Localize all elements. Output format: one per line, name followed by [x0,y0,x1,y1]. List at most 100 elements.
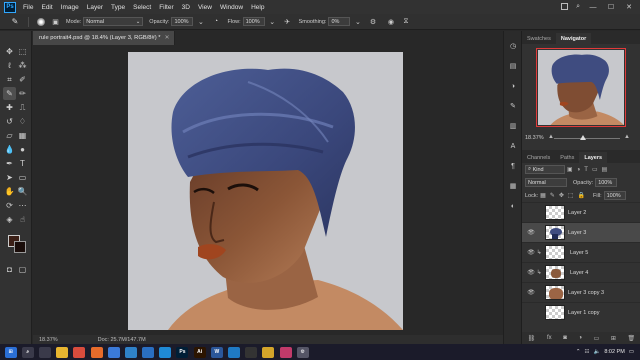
chevron-down-icon[interactable]: ⌄ [196,17,205,26]
layer-thumbnail[interactable] [545,245,565,260]
layer-row[interactable]: 👁 Layer 3 [522,222,640,242]
marquee-tool-icon[interactable]: ⬚ [16,45,29,58]
chevron-up-icon[interactable]: ⌃ [576,349,581,355]
shape-tool-icon[interactable]: ▭ [16,171,29,184]
edit-toolbar-icon[interactable]: ⋯ [16,199,29,212]
healing-tool-icon[interactable]: ✚ [3,101,16,114]
eye-icon[interactable]: 👁 [526,289,536,296]
libraries-icon[interactable]: ▥ [508,121,518,131]
adjustments-icon[interactable]: ◑ [508,81,518,91]
music-taskbar-icon[interactable] [279,346,292,358]
smudge-tool-icon[interactable]: ☝ [16,213,29,226]
chrome-taskbar-icon[interactable] [73,346,86,358]
lock-pixels-icon[interactable]: ✎ [550,192,555,199]
background-color-swatch[interactable] [14,241,26,253]
lock-all-icon[interactable]: 🔒 [578,192,585,199]
character-icon[interactable]: A [508,141,518,151]
illustrator-taskbar-icon[interactable]: Ai [193,346,206,358]
layer-name[interactable]: Layer 1 copy [568,310,600,316]
pressure-opacity-icon[interactable]: ◔ [211,17,220,26]
explorer-taskbar-icon[interactable] [56,346,69,358]
rotate-view-tool-icon[interactable]: ⟳ [3,199,16,212]
layer-thumbnail[interactable] [545,265,565,280]
settings-taskbar-icon[interactable]: ⚙ [296,346,309,358]
group-icon[interactable]: ▭ [594,335,600,342]
layer-thumbnail[interactable] [545,285,565,300]
photos-taskbar-icon[interactable] [124,346,137,358]
chevron-down-icon[interactable]: ⌄ [353,17,362,26]
menu-item-image[interactable]: Image [57,4,83,11]
path-select-tool-icon[interactable]: ➤ [3,171,16,184]
chevron-down-icon[interactable]: ⌄ [268,17,277,26]
filter-shape-icon[interactable]: ▭ [592,166,598,173]
brush-tool-icon[interactable]: ✎ [3,87,16,100]
menu-item-layer[interactable]: Layer [83,4,107,11]
tab-swatches[interactable]: Swatches [522,33,556,44]
airbrush-icon[interactable]: ✈ [283,17,292,26]
blur-tool-icon[interactable]: 💧 [3,143,16,156]
navigator-zoom-slider[interactable] [554,138,620,139]
dodge-tool-icon[interactable]: ● [16,143,29,156]
layer-name[interactable]: Layer 3 copy 3 [568,290,604,296]
blend-mode-select[interactable]: Normal [525,178,567,187]
layer-name[interactable]: Layer 2 [568,210,586,216]
smoothing-field[interactable]: 0% [328,17,351,26]
navigator-view-frame[interactable] [536,48,626,127]
brush-settings-icon[interactable]: ✎ [508,101,518,111]
layer-filter-select[interactable]: ⌕ Kind [525,165,565,174]
layer-row[interactable]: Layer 2 [522,202,640,222]
layer-row[interactable]: 👁 ↳ Layer 4 [522,262,640,282]
layer-name[interactable]: Layer 5 [570,250,588,256]
files-taskbar-icon[interactable] [262,346,275,358]
search-taskbar-icon[interactable]: ⌕ [21,346,34,358]
search-icon[interactable]: ⌕ [576,3,580,11]
filter-pixel-icon[interactable]: ▣ [567,166,573,173]
gradient-tool-icon[interactable]: ▦ [16,129,29,142]
history-icon[interactable]: ◷ [508,41,518,51]
filter-smart-icon[interactable]: ▤ [602,166,608,173]
eraser-tool-icon[interactable]: ▱ [3,129,16,142]
properties-icon[interactable]: ▤ [508,61,518,71]
eye-icon[interactable]: 👁 [526,269,536,276]
word-taskbar-icon[interactable]: W [210,346,223,358]
quick-select-tool-icon[interactable]: ⁂ [16,59,29,72]
menu-item-file[interactable]: File [19,4,37,11]
menu-item-filter[interactable]: Filter [155,4,177,11]
tab-layers[interactable]: Layers [579,152,608,163]
filter-adjust-icon[interactable]: ◑ [577,167,581,173]
menu-item-type[interactable]: Type [107,4,129,11]
firefox-taskbar-icon[interactable] [90,346,103,358]
tab-navigator[interactable]: Navigator [555,33,592,44]
opacity-field[interactable]: 100% [171,17,194,26]
layer-fill-field[interactable]: 100% [603,191,626,200]
store-taskbar-icon[interactable] [107,346,120,358]
layer-thumbnail[interactable] [545,225,565,240]
layer-row[interactable]: 👁 Layer 3 copy 3 [522,282,640,302]
flow-field[interactable]: 100% [242,17,265,26]
menu-item-3d[interactable]: 3D [178,4,194,11]
minimize-button[interactable]: — [584,4,602,11]
screen-mode-icon[interactable]: ▢ [16,263,29,276]
layer-row[interactable]: Layer 1 copy [522,302,640,322]
pencil-tool-icon[interactable]: ✏ [16,87,29,100]
close-icon[interactable]: ✕ [165,35,170,41]
menu-item-help[interactable]: Help [247,4,268,11]
edge-taskbar-icon[interactable] [159,346,172,358]
menu-item-edit[interactable]: Edit [37,4,56,11]
canvas-area[interactable] [33,45,518,335]
layer-thumbnail[interactable] [545,305,565,320]
lock-artboard-icon[interactable]: ⬚ [568,192,574,199]
clone-stamp-tool-icon[interactable]: ⎍ [16,101,29,114]
layer-name[interactable]: Layer 3 [568,230,586,236]
zoom-out-icon[interactable]: ▲ [548,134,554,140]
crop-tool-icon[interactable]: ⌗ [3,73,16,86]
brush-size-icon[interactable] [36,17,45,26]
swatches-strip-icon[interactable]: ▦ [508,181,518,191]
photoshop-logo-icon[interactable]: Ps [4,1,16,13]
mixer-brush-tool-icon[interactable]: ♢ [16,115,29,128]
styles-icon[interactable]: ◐ [508,201,518,211]
navigator-preview[interactable] [522,44,640,132]
eye-icon[interactable]: 👁 [526,249,536,256]
menu-item-view[interactable]: View [194,4,216,11]
navigator-zoom-slider-handle[interactable] [580,135,586,140]
